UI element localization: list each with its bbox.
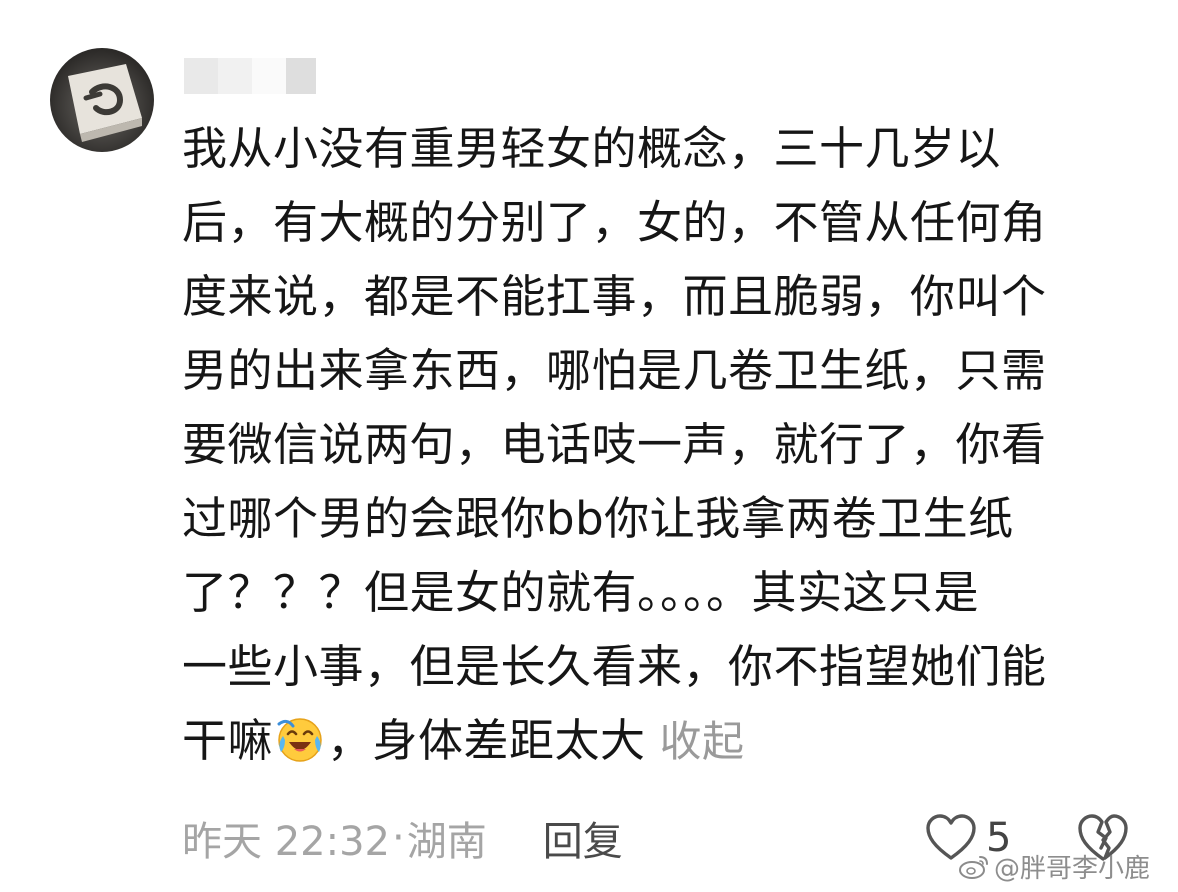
comment-line: 一些小事，但是长久看来，你不指望她们能 (182, 640, 1047, 693)
reply-button[interactable]: 回复 (543, 809, 623, 867)
comment-line: 要微信说两句，电话吱一声，就行了，你看 (182, 418, 1047, 471)
comment-last-line: 干嘛 ，身体差距太大 收起 (182, 704, 1142, 778)
watermark-text: @胖哥李小鹿 (994, 854, 1151, 884)
watermark: @胖哥李小鹿 (958, 848, 1150, 885)
weibo-logo-icon (959, 855, 988, 879)
collapse-link[interactable]: 收起 (660, 717, 745, 766)
comment-location: 湖南 (406, 819, 487, 865)
avatar-image (68, 64, 142, 142)
comment-line: 度来说，都是不能扛事，而且脆弱，你叫个 (182, 270, 1047, 323)
comment-line: 男的出来拿东西，哪怕是几卷卫生纸，只需 (182, 344, 1047, 397)
comment-footer: 昨天 22:32 · 湖南 回复 (182, 808, 623, 868)
comment-line: 我从小没有重男轻女的概念，三十几岁以 (182, 122, 1002, 175)
comment-text-after-emoji: ，身体差距太大 (327, 714, 646, 767)
avatar[interactable] (50, 48, 154, 152)
username-redacted[interactable] (184, 58, 324, 94)
comment-time: 昨天 22:32 (182, 819, 390, 865)
laughing-crying-emoji-icon (275, 712, 325, 762)
comment-line: 了？？？但是女的就有。。。。其实这只是 (182, 566, 980, 619)
comment-line: 过哪个男的会跟你bb你让我拿两卷卫生纸 (182, 492, 1014, 545)
comment-text-before-emoji: 干嘛 (182, 714, 274, 767)
comment-line: 后，有大概的分别了，女的，不管从任何角 (182, 196, 1047, 249)
meta-separator: · (392, 815, 405, 861)
comment-body: 我从小没有重男轻女的概念，三十几岁以 后，有大概的分别了，女的，不管从任何角 度… (182, 112, 1142, 778)
